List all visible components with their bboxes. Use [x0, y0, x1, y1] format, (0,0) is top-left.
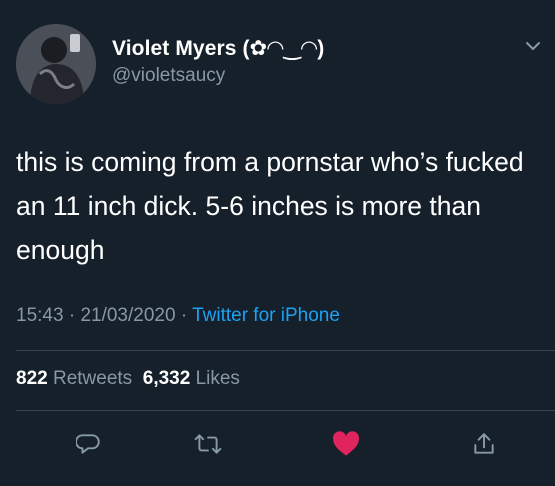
- chevron-down-icon[interactable]: [523, 36, 543, 56]
- tweet-time[interactable]: 15:43: [16, 305, 64, 326]
- retweets-count: 822: [16, 368, 48, 389]
- heart-filled-icon: [333, 431, 359, 456]
- meta-separator: ·: [180, 305, 193, 326]
- author-handle[interactable]: @violetsaucy: [112, 65, 225, 87]
- avatar-image: [16, 24, 96, 104]
- avatar[interactable]: [16, 24, 96, 104]
- likes-label: Likes: [195, 368, 240, 389]
- retweet-button[interactable]: [190, 426, 226, 462]
- tweet-date[interactable]: 21/03/2020: [80, 305, 175, 326]
- likes-stat[interactable]: 6,332 Likes: [143, 368, 240, 389]
- like-button[interactable]: [328, 426, 364, 462]
- retweets-label: Retweets: [52, 368, 133, 389]
- divider: [16, 410, 555, 411]
- tweet-text: this is coming from a pornstar who’s fuc…: [16, 147, 524, 265]
- share-button[interactable]: [466, 426, 502, 462]
- reply-icon: [76, 434, 100, 454]
- tweet-meta: 15:43 · 21/03/2020 · Twitter for iPhone: [16, 305, 340, 327]
- divider: [16, 350, 555, 351]
- reply-button[interactable]: [71, 426, 107, 462]
- retweet-icon: [194, 434, 222, 454]
- tweet-source-link[interactable]: Twitter for iPhone: [192, 305, 340, 326]
- likes-count: 6,332: [142, 368, 191, 389]
- tweet-actions: [0, 426, 555, 462]
- share-icon: [474, 433, 494, 454]
- tweet-stats: 822 Retweets 6,332 Likes: [16, 368, 240, 390]
- retweets-stat[interactable]: 822 Retweets: [16, 368, 132, 389]
- author-display-name[interactable]: Violet Myers (✿◠‿◠): [112, 36, 324, 61]
- meta-separator: ·: [68, 305, 81, 326]
